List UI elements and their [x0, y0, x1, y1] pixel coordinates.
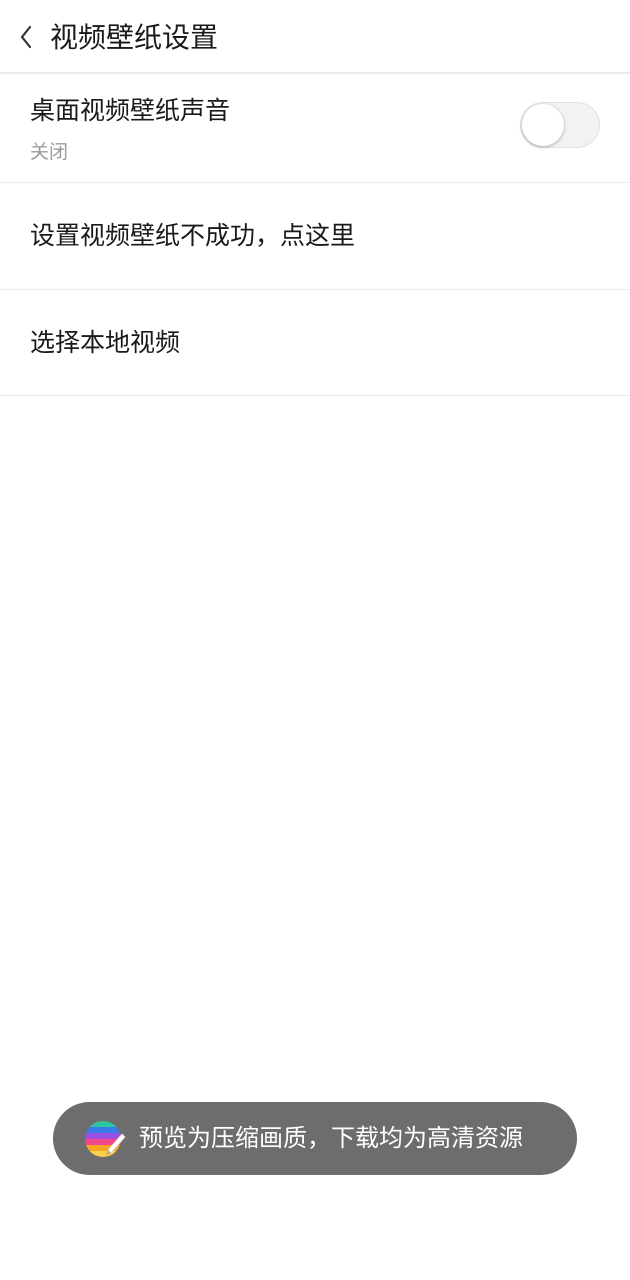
- wallpaper-sound-status: 关闭: [30, 141, 69, 163]
- setting-row-wallpaper-sound[interactable]: 桌面视频壁纸声音 关闭: [0, 74, 630, 183]
- toast-message: 预览为压缩画质，下载均为高清资源: [53, 1102, 577, 1175]
- wallpaper-sound-label: 桌面视频壁纸声音: [30, 96, 231, 125]
- video-wallpaper-settings-page: 视频壁纸设置 桌面视频壁纸声音 关闭 设置视频壁纸不成功，点这里 选择本地视频: [0, 0, 630, 1280]
- wallpaper-sound-toggle[interactable]: [520, 102, 600, 148]
- setting-row-fail-help[interactable]: 设置视频壁纸不成功，点这里: [0, 183, 630, 290]
- page-title: 视频壁纸设置: [50, 21, 219, 54]
- toggle-knob: [522, 104, 564, 146]
- header-bar: 视频壁纸设置: [0, 0, 630, 74]
- setting-row-local-video[interactable]: 选择本地视频: [0, 290, 630, 396]
- chevron-left-icon: [20, 25, 32, 49]
- local-video-label: 选择本地视频: [30, 328, 181, 357]
- back-button[interactable]: [14, 20, 44, 54]
- app-logo-icon: [84, 1118, 126, 1160]
- toast-text: 预览为压缩画质，下载均为高清资源: [139, 1124, 523, 1152]
- fail-help-label: 设置视频壁纸不成功，点这里: [30, 221, 356, 250]
